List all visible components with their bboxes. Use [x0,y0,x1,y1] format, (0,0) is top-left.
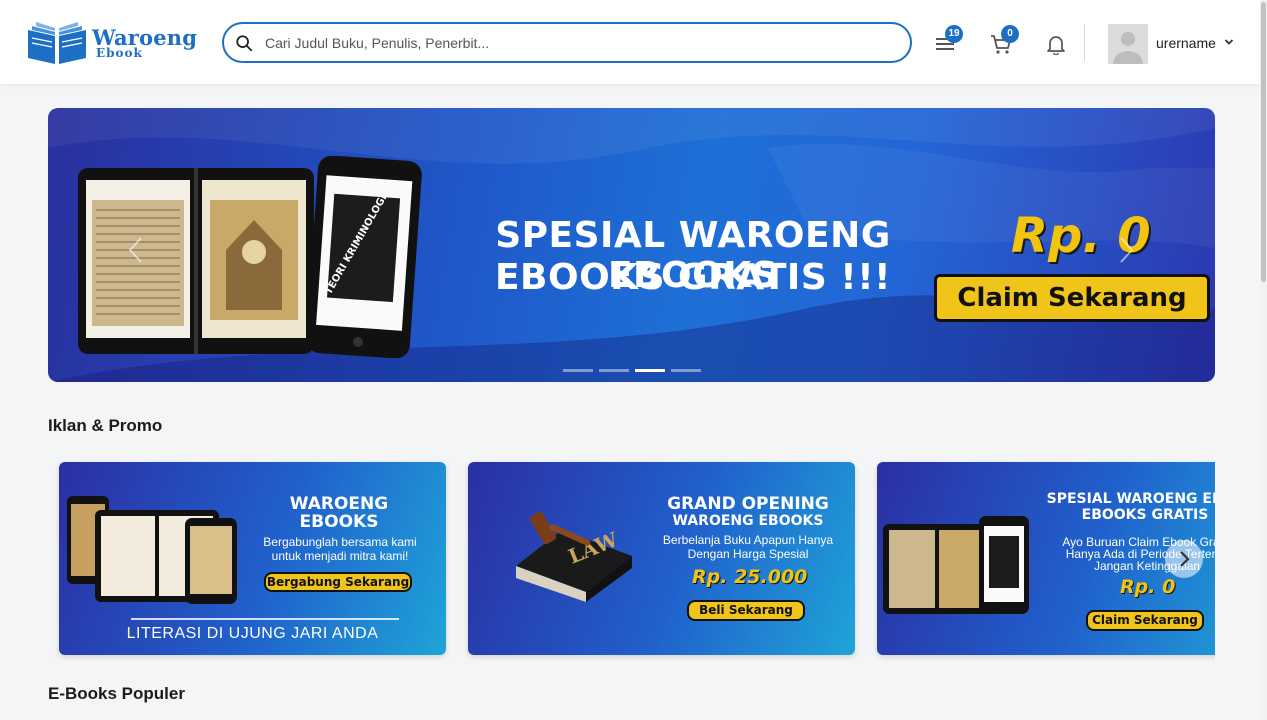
open-book-icon [28,22,86,64]
chevron-right-icon[interactable] [1116,236,1136,264]
promo-title-line1: SPESIAL WAROENG EBOOKS [1046,491,1215,507]
promo-claim-button[interactable]: Claim Sekarang [1086,610,1204,631]
tablet-illustration [78,168,314,354]
scrollbar-thumb[interactable] [1261,2,1266,282]
user-placeholder-icon [1108,24,1148,64]
promo-next-button[interactable] [1165,540,1203,578]
promo-desc-line1: Berbelanja Buku Apapun Hanya [662,533,834,547]
promo-title-line2: EBOOKS GRATIS !!! [1081,507,1215,523]
promo-desc-line2: Dengan Harga Spesial [687,547,809,561]
hero-carousel[interactable]: TEORI KRIMINOLOGI SPESIAL WAROENG EBOOKS… [48,108,1215,382]
cart-badge: 0 [1001,25,1019,43]
section-title-popular: E-Books Populer [48,684,185,703]
carousel-dot[interactable] [563,369,593,372]
chevron-right-icon [1180,551,1190,567]
chevron-down-icon[interactable] [1224,37,1234,47]
promo-divider [131,618,399,620]
promo-desc-line1: Bergabunglah bersama kami [263,535,417,549]
menu-badge: 19 [945,25,963,43]
section-title-promo: Iklan & Promo [48,416,163,435]
promo-title-line1: GRAND OPENING [667,494,829,514]
search-input[interactable] [265,34,865,51]
top-header: Waroeng Ebook 19 0 urername [0,0,1260,84]
hero-claim-button[interactable]: Claim Sekarang [934,274,1210,322]
carousel-dot-active[interactable] [635,369,665,372]
carousel-dot[interactable] [671,369,701,372]
brand-logo[interactable]: Waroeng Ebook [24,20,204,66]
promo-card[interactable]: LAW GRAND OPENING WAROENG EBOOKS Berbela… [468,462,855,655]
promo-join-button[interactable]: Bergabung Sekarang [264,572,412,592]
header-divider [1084,24,1085,61]
logo-title: Waroeng [92,25,198,50]
law-book-gavel-illustration: LAW [516,511,632,602]
devices-illustration [883,516,1029,614]
promo-card[interactable]: WAROENG EBOOKS Bergabunglah bersama kami… [59,462,446,655]
promo-price: Rp. 25.000 [692,566,808,588]
promo-price: Rp. 0 [1120,576,1176,598]
promo-title-line2: EBOOKS [299,512,379,532]
search-bar[interactable] [222,22,912,63]
search-icon[interactable] [235,34,253,52]
chevron-left-icon[interactable] [126,236,146,264]
avatar[interactable] [1108,24,1148,64]
devices-illustration [67,496,237,604]
promo-buy-button[interactable]: Beli Sekarang [687,600,805,621]
hero-headline-line2: EBOOKS GRATIS !!! [494,257,892,298]
bell-icon[interactable] [1045,33,1067,55]
promo-desc-line2: untuk menjadi mitra kami! [271,549,409,563]
carousel-dot[interactable] [599,369,629,372]
promo-footer-text: LITERASI DI UJUNG JARI ANDA [126,625,379,642]
logo-text: Waroeng Ebook [92,27,197,59]
phone-illustration: TEORI KRIMINOLOGI [306,156,422,358]
promo-carousel: WAROENG EBOOKS Bergabunglah bersama kami… [48,452,1215,664]
promo-title-line2: WAROENG EBOOKS [672,513,824,529]
username-label[interactable]: urername [1156,35,1216,51]
carousel-indicators [563,369,701,372]
page-scrollbar[interactable] [1260,0,1267,720]
